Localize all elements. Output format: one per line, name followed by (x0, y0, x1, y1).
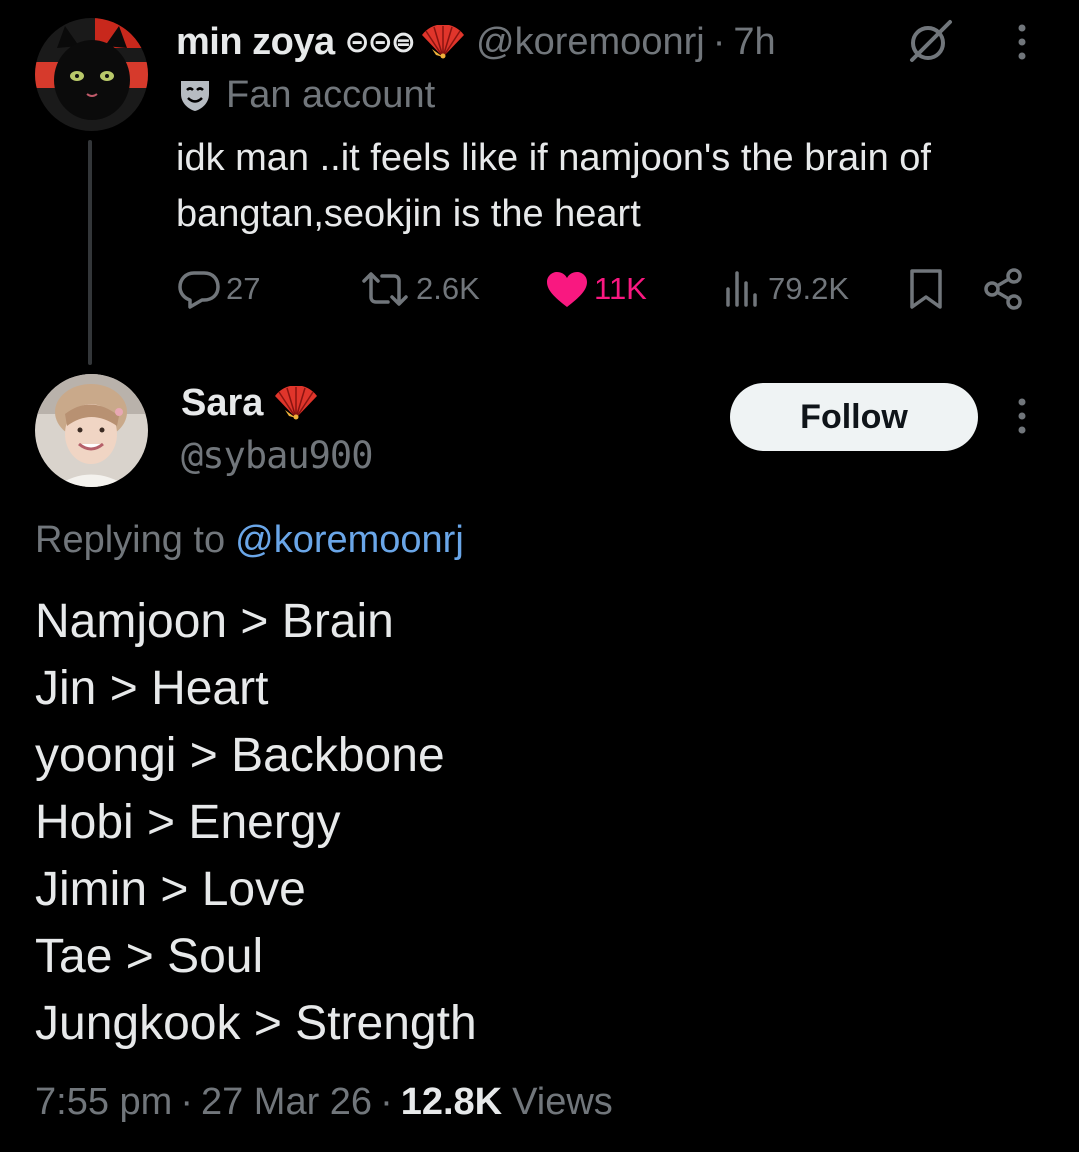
reply-views-label: Views (512, 1080, 613, 1123)
reply-tweet-text: Namjoon > Brain Jin > Heart yoongi > Bac… (35, 588, 1035, 1057)
grok-icon[interactable] (904, 16, 954, 71)
reply-meta: 7:55 pm · 27 Mar 26 · 12.8K Views (35, 1074, 613, 1130)
share-button[interactable] (982, 264, 1030, 314)
replying-mention-link[interactable]: @koremoonrj (235, 519, 464, 562)
fan-emoji-icon (275, 386, 318, 420)
tweet-action-bar: 27 2.6K 11K 79.2K (176, 264, 1056, 314)
reply-time[interactable]: 7:55 pm (35, 1081, 172, 1124)
views-button[interactable]: 79.2K (722, 264, 849, 314)
reply-text-line: Tae > Soul (35, 930, 264, 983)
fan-account-label: Fan account (226, 73, 436, 116)
repost-count: 2.6K (416, 271, 480, 306)
repost-icon (362, 272, 408, 306)
more-icon[interactable] (1010, 22, 1034, 67)
name-emoji-circles: ⊝⊝⊜ (344, 24, 416, 60)
reply-button[interactable]: 27 (176, 264, 260, 314)
meta-separator: · (180, 1080, 193, 1123)
fan-account-badge: Fan account (178, 72, 435, 118)
fan-account-badge-icon (181, 81, 209, 111)
reply-display-name-row: Sara (181, 380, 319, 426)
parent-tweet-header: min zoya ⊝⊝⊜ @koremoonrj · 7h (176, 18, 776, 66)
meta-separator: · (380, 1080, 393, 1123)
time-separator: · (712, 20, 726, 63)
replying-to: Replying to @koremoonrj (35, 512, 464, 568)
reply-text-line: Jungkook > Strength (35, 997, 477, 1050)
views-icon (726, 271, 757, 307)
reply-text-line: Jin > Heart (35, 662, 269, 715)
like-count: 11K (594, 271, 647, 306)
like-button[interactable]: 11K (544, 264, 647, 314)
reply-count: 27 (226, 271, 261, 306)
reply-views-count: 12.8K (400, 1080, 503, 1123)
avatar-min-zoya[interactable] (35, 18, 148, 131)
parent-text-line: bangtan,seokjin is the heart (176, 193, 641, 235)
bookmark-button[interactable] (906, 264, 950, 314)
avatar-sara[interactable] (35, 374, 148, 487)
views-count: 79.2K (768, 271, 850, 306)
repost-button[interactable]: 2.6K (358, 264, 480, 314)
reply-text-line: Hobi > Energy (35, 796, 341, 849)
reply-icon (178, 271, 220, 309)
parent-handle[interactable]: @koremoonrj (476, 21, 705, 64)
like-icon (547, 272, 587, 307)
share-icon (984, 268, 1022, 310)
reply-text-line: yoongi > Backbone (35, 729, 445, 782)
replying-prefix: Replying to (35, 518, 226, 561)
reply-date[interactable]: 27 Mar 26 (201, 1081, 372, 1124)
bookmark-icon (910, 269, 942, 309)
follow-button[interactable]: Follow (730, 383, 978, 451)
parent-time[interactable]: 7h (733, 21, 775, 64)
parent-text-line: idk man ..it feels like if namjoon's the… (176, 137, 931, 179)
fan-emoji-icon (420, 25, 466, 59)
parent-display-name[interactable]: min zoya (176, 21, 335, 64)
reply-text-line: Jimin > Love (35, 863, 306, 916)
reply-text-line: Namjoon > Brain (35, 595, 394, 648)
reply-handle[interactable]: @sybau900 (181, 432, 373, 478)
more-icon[interactable] (1010, 396, 1034, 441)
parent-tweet-text: idk man ..it feels like if namjoon's the… (176, 130, 1056, 242)
thread-connector-line (88, 140, 92, 365)
reply-display-name[interactable]: Sara (181, 382, 263, 425)
